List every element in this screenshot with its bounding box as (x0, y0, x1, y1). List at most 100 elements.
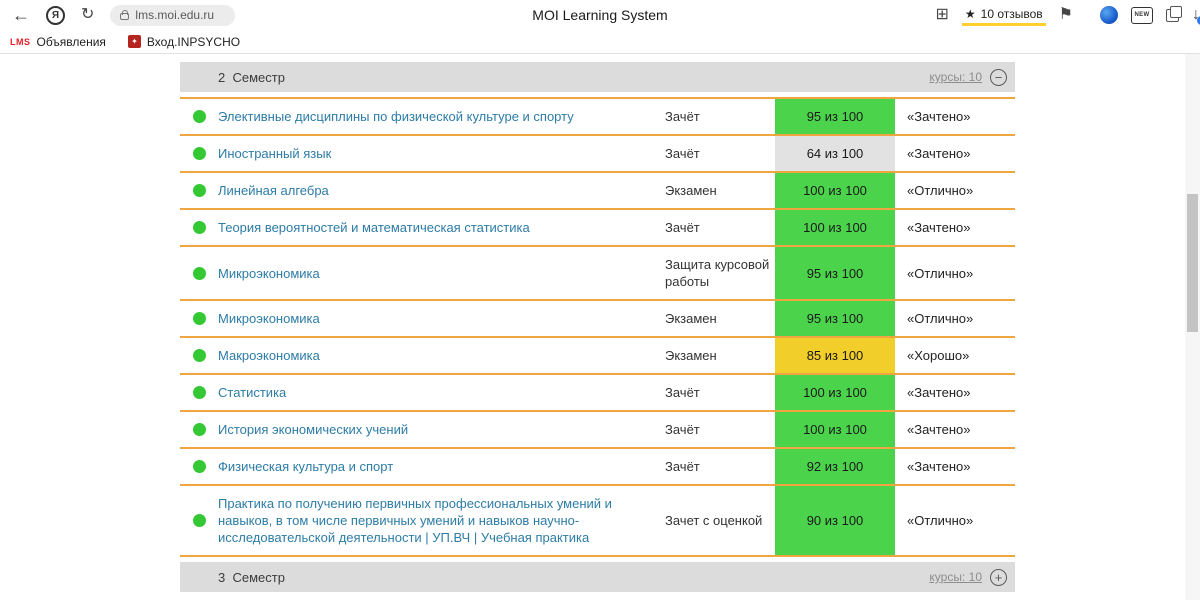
grade-text: «Отлично» (907, 183, 974, 198)
score-badge: 100 из 100 (775, 375, 895, 410)
course-link[interactable]: Макроэкономика (218, 347, 320, 364)
assessment-type: Зачёт (665, 109, 700, 124)
refresh-icon[interactable]: ↻ (81, 7, 94, 23)
bookmarks-bar: LMS Объявления ✦ Вход.INPSYCHO (0, 30, 1200, 54)
lms-logo-icon: LMS (10, 36, 31, 47)
expand-icon[interactable]: + (990, 568, 1007, 586)
score-badge: 64 из 100 (775, 136, 895, 171)
grade-text: «Зачтено» (907, 146, 971, 161)
tab-groups-icon[interactable]: ⊞ (935, 7, 948, 23)
grades-table: 2 Семестр курсы: 10 − Элективные дисципл… (180, 62, 1015, 592)
browser-logo-icon[interactable] (1100, 6, 1118, 24)
toolbar-right-cluster: ⊞ ★ 10 отзывов ⚑ NEW ↓ (929, 0, 1200, 30)
score-badge: 90 из 100 (775, 486, 895, 555)
table-row: Статистика Зачёт 100 из 100 «Зачтено» (180, 375, 1015, 412)
course-link[interactable]: Линейная алгебра (218, 182, 329, 199)
course-link[interactable]: Элективные дисциплины по физической куль… (218, 108, 574, 125)
table-row: Линейная алгебра Экзамен 100 из 100 «Отл… (180, 173, 1015, 210)
downloads-button[interactable]: ↓ (1192, 6, 1200, 25)
status-dot-icon (192, 147, 206, 160)
course-link[interactable]: Микроэкономика (218, 310, 320, 327)
semester-header: 2 Семестр курсы: 10 − (180, 62, 1015, 92)
score-badge: 85 из 100 (775, 338, 895, 373)
rows-container: Элективные дисциплины по физической куль… (180, 97, 1015, 557)
semester-title: 3 Семестр (218, 569, 285, 585)
semester-title: 2 Семестр (218, 69, 285, 85)
grade-text: «Зачтено» (907, 109, 971, 124)
assessment-type: Защита курсовой работы (665, 257, 770, 289)
new-extension-icon[interactable]: NEW (1131, 6, 1153, 24)
grade-text: «Отлично» (907, 265, 974, 281)
assessment-type: Зачёт (665, 422, 700, 437)
reviews-label: 10 отзывов (980, 7, 1043, 21)
collections-icon[interactable] (1166, 5, 1182, 22)
grade-text: «Хорошо» (907, 348, 970, 363)
lock-icon (120, 10, 130, 20)
vertical-scrollbar[interactable] (1185, 54, 1200, 600)
course-link[interactable]: Практика по получению первичных професси… (218, 495, 651, 546)
status-dot-icon (192, 312, 206, 325)
assessment-type: Экзамен (665, 183, 717, 198)
table-row: Практика по получению первичных професси… (180, 486, 1015, 557)
grade-text: «Зачтено» (907, 385, 971, 400)
status-dot-icon (192, 423, 206, 436)
course-link[interactable]: Статистика (218, 384, 286, 401)
yandex-logo-icon[interactable]: Я (46, 5, 65, 25)
table-row: Физическая культура и спорт Зачёт 92 из … (180, 449, 1015, 486)
reviews-button[interactable]: ★ 10 отзывов (961, 4, 1046, 26)
url-text: lms.moi.edu.ru (135, 8, 215, 22)
grade-text: «Зачтено» (907, 220, 971, 235)
bookmark-label: Вход.INPSYCHO (146, 34, 241, 49)
bookmark-label: Объявления (36, 34, 106, 49)
assessment-type: Экзамен (665, 348, 717, 363)
bookmark-announcements[interactable]: LMS Объявления (10, 35, 106, 49)
bookmark-flag-icon[interactable]: ⚑ (1059, 7, 1073, 23)
status-dot-icon (192, 460, 206, 473)
score-badge: 95 из 100 (775, 247, 895, 299)
status-dot-icon (192, 110, 206, 123)
assessment-type: Зачёт (665, 146, 700, 161)
course-link[interactable]: Иностранный язык (218, 145, 331, 162)
back-icon[interactable]: ← (12, 6, 30, 24)
inpsycho-logo-icon: ✦ (127, 35, 141, 48)
table-row: Макроэкономика Экзамен 85 из 100 «Хорошо… (180, 338, 1015, 375)
table-row: Теория вероятностей и математическая ста… (180, 210, 1015, 247)
courses-count-link[interactable]: курсы: 10 (929, 70, 982, 84)
grade-text: «Зачтено» (907, 459, 971, 474)
course-link[interactable]: Теория вероятностей и математическая ста… (218, 219, 530, 236)
scrollbar-thumb[interactable] (1187, 194, 1198, 332)
course-link[interactable]: Микроэкономика (218, 265, 320, 282)
courses-count-link[interactable]: курсы: 10 (929, 570, 982, 584)
bookmark-inpsycho[interactable]: ✦ Вход.INPSYCHO (127, 34, 241, 49)
assessment-type: Зачет с оценкой (665, 513, 763, 528)
address-bar[interactable]: lms.moi.edu.ru (110, 4, 236, 26)
table-row: Иностранный язык Зачёт 64 из 100 «Зачтен… (180, 136, 1015, 173)
table-row: История экономических учений Зачёт 100 и… (180, 412, 1015, 449)
collapse-icon[interactable]: − (990, 68, 1007, 86)
score-badge: 92 из 100 (775, 449, 895, 484)
score-badge: 100 из 100 (775, 412, 895, 447)
assessment-type: Экзамен (665, 311, 717, 326)
grade-text: «Зачтено» (907, 422, 971, 437)
course-link[interactable]: История экономических учений (218, 421, 408, 438)
course-link[interactable]: Физическая культура и спорт (218, 458, 393, 475)
table-row: Элективные дисциплины по физической куль… (180, 99, 1015, 136)
status-dot-icon (192, 221, 206, 234)
status-dot-icon (192, 514, 206, 527)
grade-text: «Отлично» (907, 513, 974, 528)
browser-window: ← Я ↻ lms.moi.edu.ru MOI Learning System… (0, 0, 1200, 600)
score-badge: 100 из 100 (775, 173, 895, 208)
score-badge: 100 из 100 (775, 210, 895, 245)
assessment-type: Зачёт (665, 459, 700, 474)
score-badge: 95 из 100 (775, 301, 895, 336)
assessment-type: Зачёт (665, 385, 700, 400)
score-badge: 95 из 100 (775, 99, 895, 134)
semester-footer: 3 Семестр курсы: 10 + (180, 562, 1015, 592)
table-row: Микроэкономика Экзамен 95 из 100 «Отличн… (180, 301, 1015, 338)
star-icon: ★ (964, 7, 976, 21)
status-dot-icon (192, 184, 206, 197)
grade-text: «Отлично» (907, 311, 974, 326)
status-dot-icon (192, 386, 206, 399)
table-row: Микроэкономика Защита курсовой работы 95… (180, 247, 1015, 301)
status-dot-icon (192, 266, 206, 280)
